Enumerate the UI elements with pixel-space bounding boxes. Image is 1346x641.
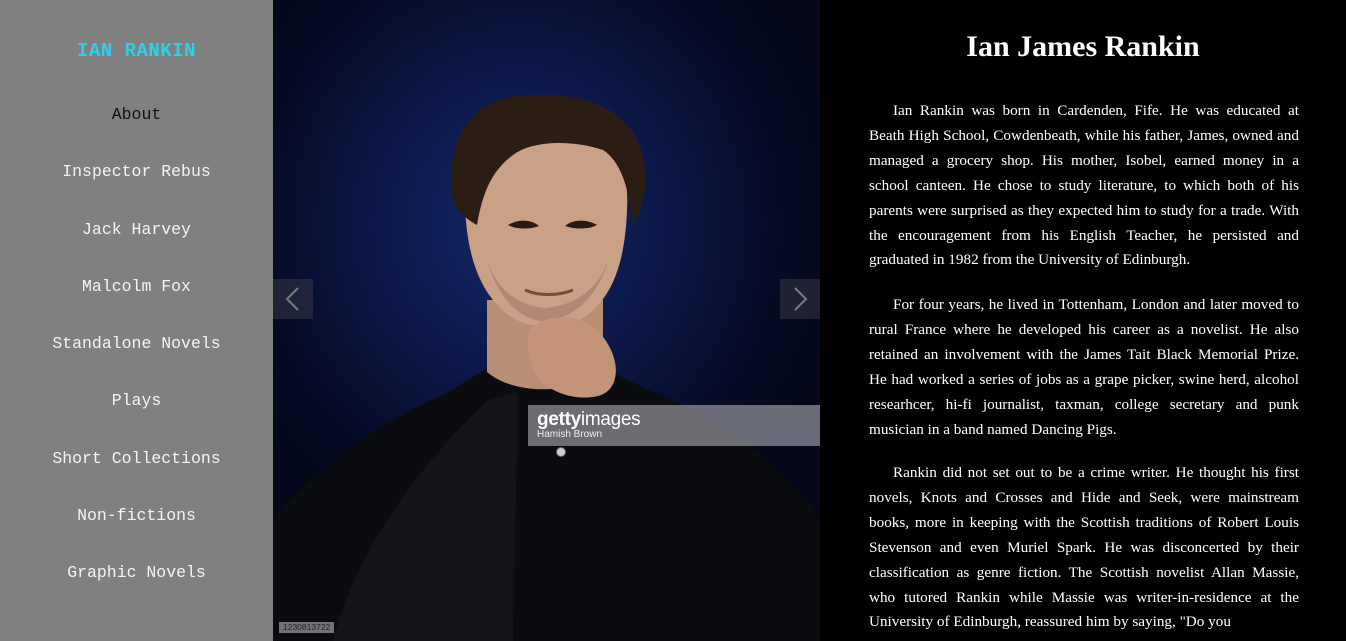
nav-item-short-collections[interactable]: Short Collections	[0, 449, 273, 468]
biography-content: Ian James Rankin Ian Rankin was born in …	[820, 0, 1346, 641]
bio-paragraph-1: Ian Rankin was born in Cardenden, Fife. …	[869, 102, 1299, 269]
site-brand[interactable]: IAN RANKIN	[0, 40, 273, 62]
getty-images-watermark: gettyimages Hamish Brown	[528, 405, 820, 446]
getty-logo: gettyimages	[537, 409, 641, 430]
carousel-prev-button[interactable]	[273, 279, 313, 319]
photo-credit: Hamish Brown	[537, 429, 603, 440]
chevron-right-icon	[794, 287, 808, 311]
page-title: Ian James Rankin	[966, 30, 1200, 63]
nav-item-malcolm-fox[interactable]: Malcolm Fox	[0, 277, 273, 296]
sidebar-nav: IAN RANKIN About Inspector Rebus Jack Ha…	[0, 0, 273, 641]
bio-paragraph-3: Rankin did not set out to be a crime wri…	[869, 464, 1299, 631]
nav-item-graphic-novels[interactable]: Graphic Novels	[0, 563, 273, 582]
nav-item-non-fictions[interactable]: Non-fictions	[0, 506, 273, 525]
nav-item-inspector-rebus[interactable]: Inspector Rebus	[0, 162, 273, 181]
author-photo-carousel: gettyimages Hamish Brown 1230813722	[273, 0, 820, 641]
carousel-indicator-dot[interactable]	[556, 447, 566, 457]
nav-item-jack-harvey[interactable]: Jack Harvey	[0, 220, 273, 239]
nav-item-standalone-novels[interactable]: Standalone Novels	[0, 334, 273, 353]
image-id-label: 1230813722	[279, 622, 335, 633]
bio-paragraph-2: For four years, he lived in Tottenham, L…	[869, 296, 1299, 438]
chevron-left-icon	[285, 287, 299, 311]
author-portrait-image	[273, 94, 820, 641]
carousel-next-button[interactable]	[780, 279, 820, 319]
nav-item-plays[interactable]: Plays	[0, 391, 273, 410]
nav-item-about[interactable]: About	[0, 105, 273, 124]
